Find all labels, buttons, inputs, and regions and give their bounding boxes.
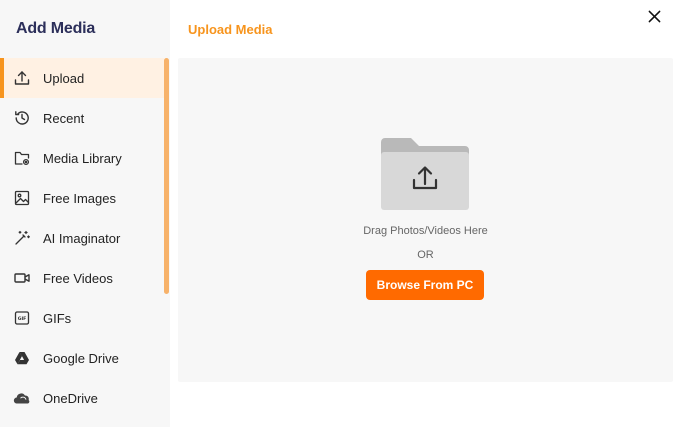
image-icon: [13, 189, 31, 207]
video-camera-icon: [13, 269, 31, 287]
sidebar-nav: Upload Recent Media Library Free Images …: [0, 58, 164, 418]
sidebar-scrollbar[interactable]: [164, 58, 169, 294]
sidebar-item-upload[interactable]: Upload: [0, 58, 164, 98]
sidebar-item-ai-imaginator[interactable]: AI Imaginator: [0, 218, 164, 258]
gif-icon: GIF: [13, 309, 31, 327]
upload-icon: [13, 69, 31, 87]
sidebar-item-gifs[interactable]: GIF GIFs: [0, 298, 164, 338]
upload-dropzone[interactable]: Drag Photos/Videos Here OR Browse From P…: [178, 58, 673, 382]
close-icon: [648, 10, 660, 22]
sidebar-title: Add Media: [16, 20, 96, 37]
sidebar-item-media-library[interactable]: Media Library: [0, 138, 164, 178]
page-title: Upload Media: [188, 22, 273, 37]
sidebar-item-label: Recent: [43, 110, 85, 126]
sidebar-item-label: Upload: [43, 70, 85, 86]
google-drive-icon: [13, 349, 31, 367]
close-button[interactable]: [644, 6, 664, 26]
sidebar-item-label: AI Imaginator: [43, 230, 121, 246]
sidebar-item-label: Free Videos: [43, 270, 113, 286]
svg-text:GIF: GIF: [18, 316, 27, 322]
sidebar-item-label: Google Drive: [43, 350, 119, 366]
or-separator: OR: [417, 249, 434, 261]
magic-wand-icon: [13, 229, 31, 247]
history-icon: [13, 109, 31, 127]
sidebar: Add Media Upload Recent Media Library Fr…: [0, 0, 170, 427]
drag-drop-hint: Drag Photos/Videos Here: [363, 225, 488, 237]
sidebar-item-free-images[interactable]: Free Images: [0, 178, 164, 218]
sidebar-item-label: OneDrive: [43, 390, 98, 406]
sidebar-item-google-drive[interactable]: Google Drive: [0, 338, 164, 378]
folder-gear-icon: [13, 149, 31, 167]
onedrive-icon: [13, 389, 31, 407]
sidebar-item-onedrive[interactable]: OneDrive: [0, 378, 164, 418]
browse-from-pc-button[interactable]: Browse From PC: [366, 270, 484, 300]
folder-upload-icon: [381, 138, 469, 210]
sidebar-item-free-videos[interactable]: Free Videos: [0, 258, 164, 298]
sidebar-item-label: Media Library: [43, 150, 122, 166]
sidebar-item-label: Free Images: [43, 190, 116, 206]
sidebar-item-recent[interactable]: Recent: [0, 98, 164, 138]
sidebar-item-label: GIFs: [43, 310, 72, 326]
